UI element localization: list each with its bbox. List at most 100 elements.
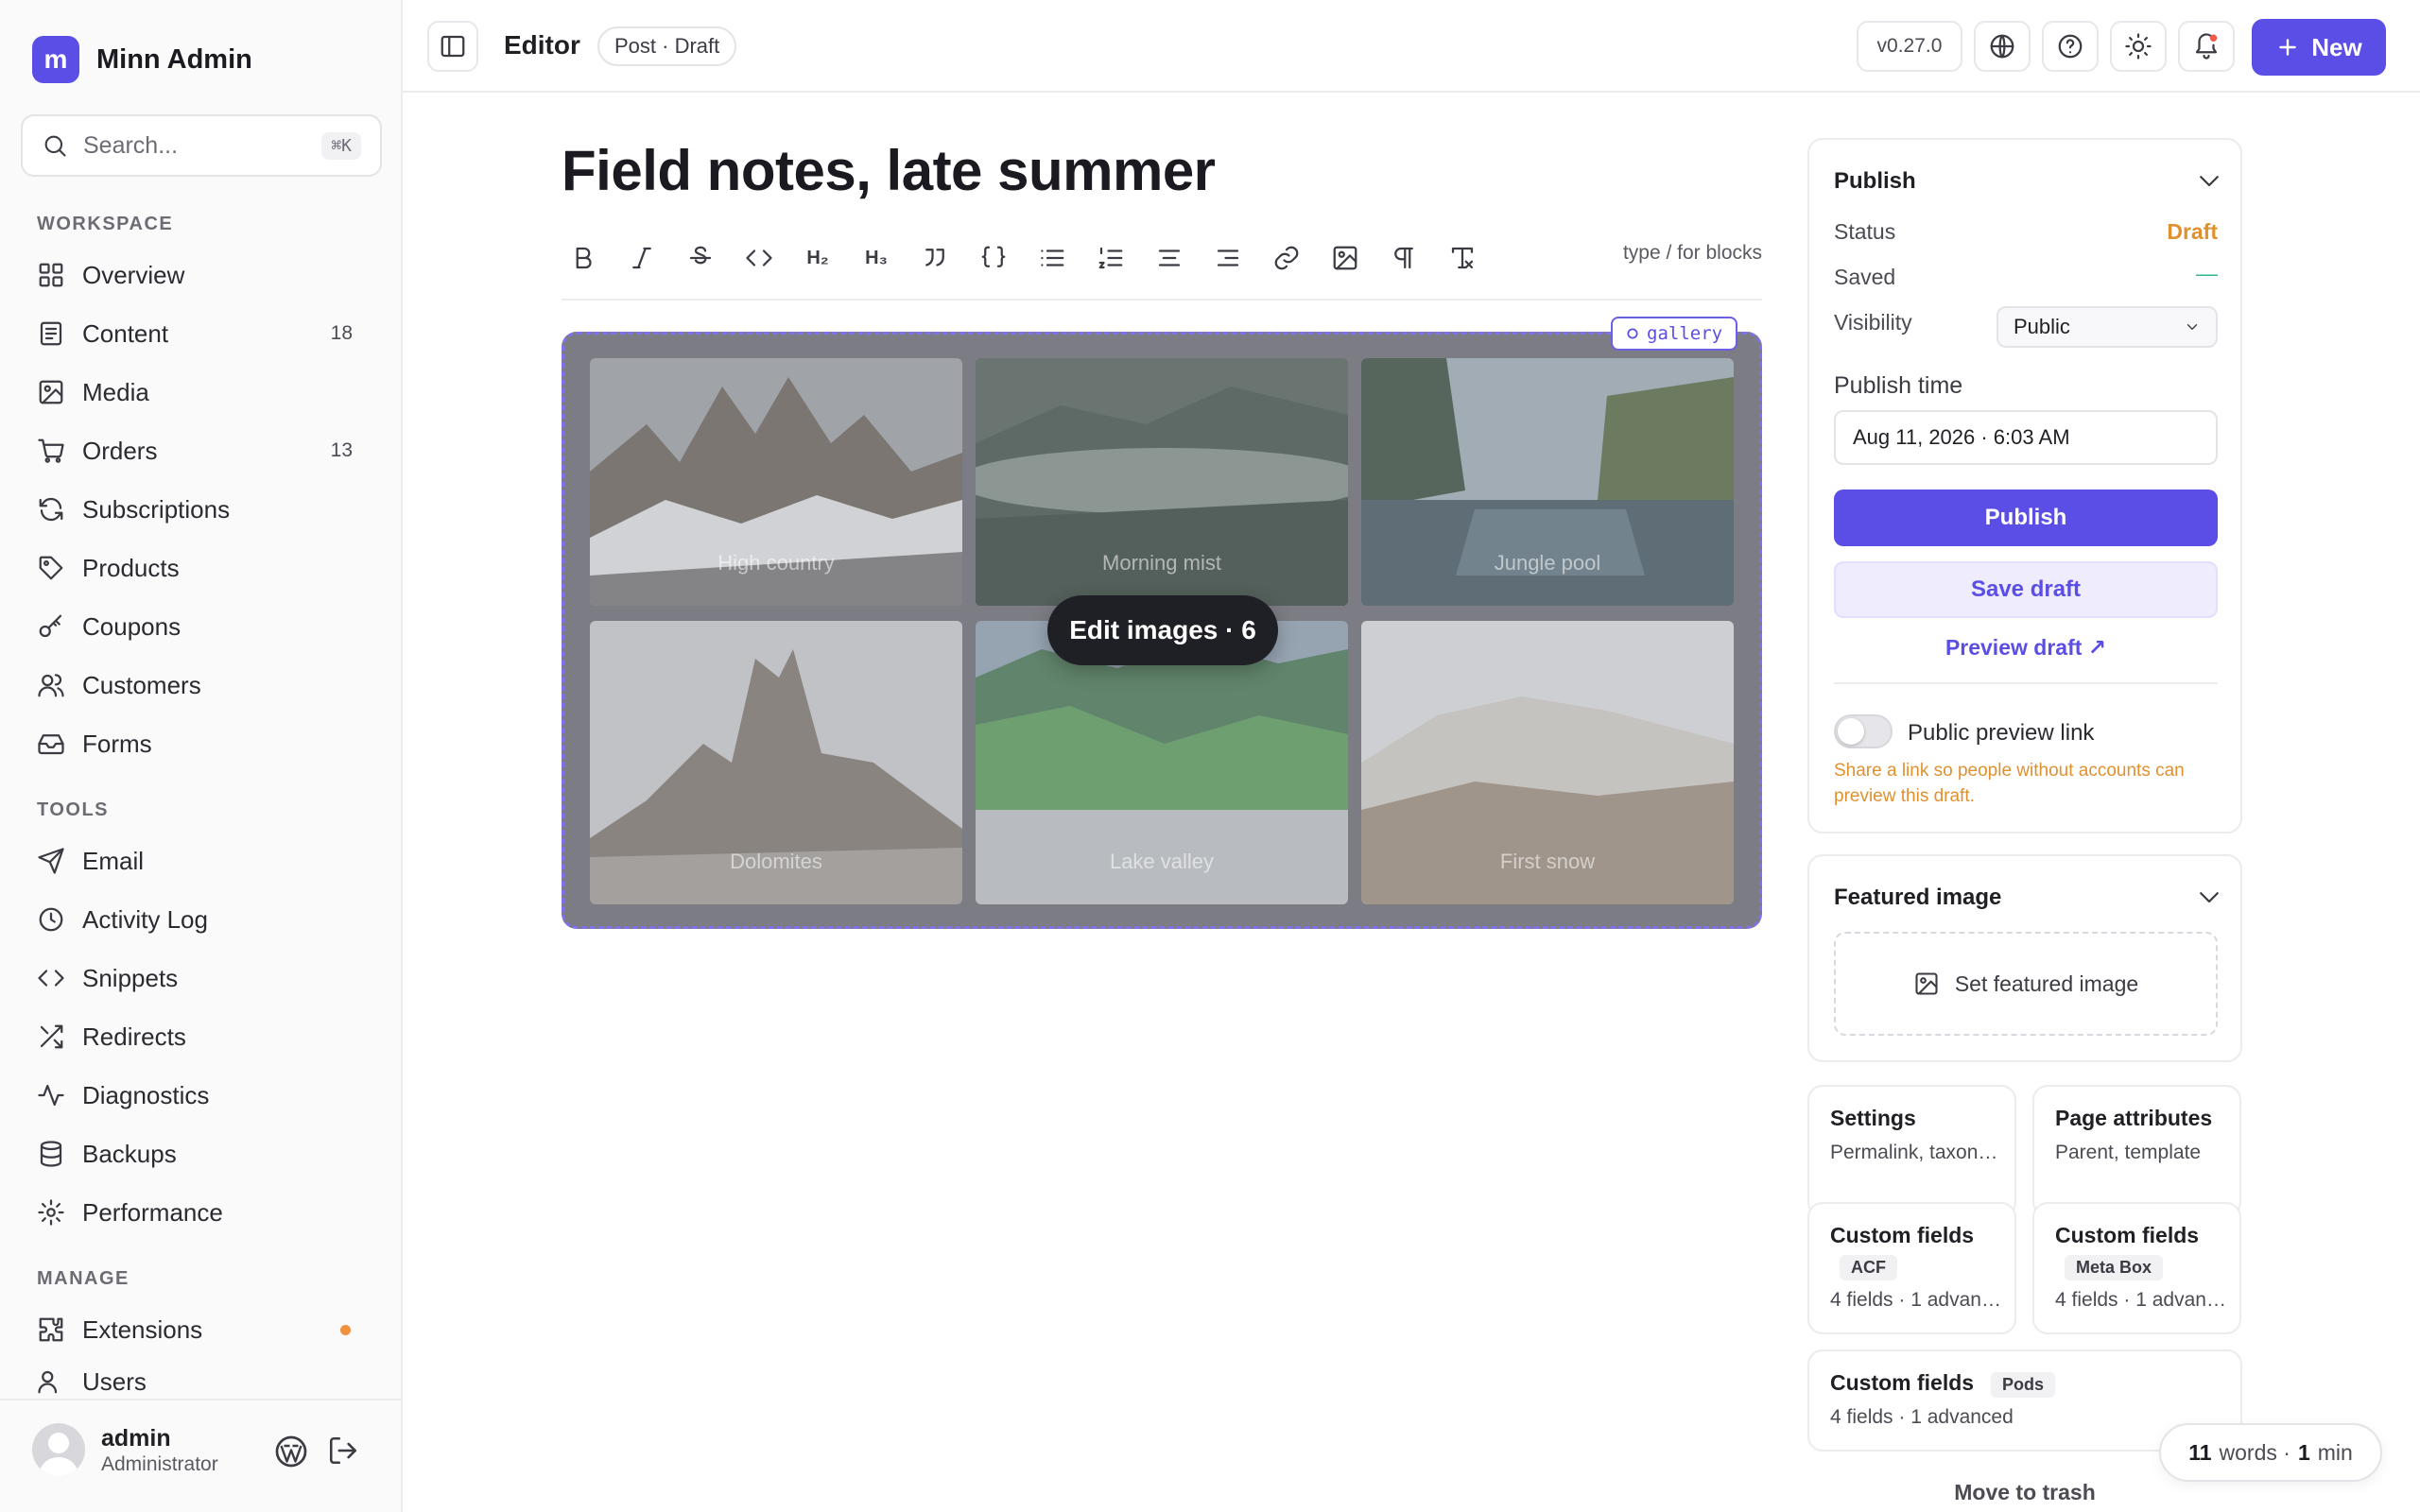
code-block-button[interactable] — [972, 236, 1015, 280]
search-icon — [44, 135, 66, 157]
nav-section-manage: MANAGE — [37, 1268, 130, 1289]
sidebar-item-redirects[interactable]: Redirects — [37, 1013, 358, 1060]
sidebar: m Minn Admin Search... ⌘K WORKSPACE Over… — [0, 0, 403, 1512]
nav-section-tools: TOOLS — [37, 799, 110, 820]
featured-image-title: Featured image — [1834, 885, 2002, 910]
numbered-list-icon — [1098, 247, 1123, 269]
status-badge: Draft — [2167, 219, 2218, 244]
sidebar-item-email[interactable]: Email — [37, 837, 358, 885]
page-attributes-card[interactable]: Page attributes Parent, template — [2032, 1085, 2241, 1217]
card-subtitle: 4 fields · 1 advanced — [1830, 1406, 2014, 1428]
sidebar-item-content[interactable]: Content 18 — [37, 310, 358, 357]
card-subtitle: 4 fields · 1 advanced — [1830, 1289, 2006, 1311]
quote-button[interactable] — [913, 236, 957, 280]
paragraph-icon — [1394, 247, 1413, 269]
sidebar-item-label: Overview — [82, 260, 185, 289]
sidebar-item-backups[interactable]: Backups — [37, 1130, 358, 1177]
sidebar-item-label: Backups — [82, 1139, 177, 1168]
sidebar-item-products[interactable]: Products — [37, 544, 358, 592]
italic-button[interactable] — [620, 236, 664, 280]
visibility-value: Public — [2014, 315, 2070, 338]
custom-fields-metabox-card[interactable]: Custom fields Meta Box 4 fields · 1 adva… — [2032, 1202, 2241, 1334]
avatar[interactable] — [32, 1423, 85, 1476]
logout-icon[interactable] — [327, 1435, 359, 1467]
custom-fields-acf-card[interactable]: Custom fields ACF 4 fields · 1 advanced — [1807, 1202, 2016, 1334]
language-button[interactable] — [1974, 21, 2031, 72]
align-right-button[interactable] — [1206, 236, 1250, 280]
sidebar-item-media[interactable]: Media — [37, 369, 358, 416]
page-title: Editor — [504, 30, 580, 60]
heading-2-button[interactable]: H₂ — [796, 236, 839, 280]
move-to-trash-button[interactable]: Move to trash — [1807, 1480, 2242, 1505]
help-button[interactable] — [2042, 21, 2099, 72]
search-input[interactable]: Search... ⌘K — [21, 114, 382, 177]
code-icon — [38, 970, 64, 987]
theme-toggle-button[interactable] — [2110, 21, 2167, 72]
sidebar-item-performance[interactable]: Performance — [37, 1189, 358, 1236]
doc-status-chip: Post · Draft — [597, 26, 737, 66]
notifications-button[interactable] — [2178, 21, 2235, 72]
heading-3-button[interactable]: H₃ — [855, 236, 898, 280]
set-featured-image-button[interactable]: Set featured image — [1834, 932, 2218, 1036]
database-icon — [40, 1141, 62, 1167]
new-button[interactable]: New — [2252, 19, 2386, 76]
inline-code-button[interactable] — [737, 236, 781, 280]
brand-logo: m — [32, 36, 79, 83]
gallery-caption: High country — [717, 551, 835, 575]
sidebar-item-customers[interactable]: Customers — [37, 662, 358, 709]
sidebar-item-extensions[interactable]: Extensions — [37, 1306, 358, 1353]
sun-icon — [2125, 33, 2152, 60]
visibility-select[interactable]: Public — [1996, 306, 2218, 348]
paragraph-button[interactable] — [1382, 236, 1426, 280]
align-center-button[interactable] — [1148, 236, 1191, 280]
card-badge: Meta Box — [2065, 1255, 2164, 1280]
clear-format-button[interactable] — [1441, 236, 1484, 280]
public-preview-toggle[interactable] — [1834, 714, 1893, 748]
sidebar-toggle-button[interactable] — [427, 21, 478, 72]
card-title: Custom fields — [1830, 1370, 1975, 1395]
strikethrough-button[interactable] — [679, 236, 722, 280]
user-footer: admin Administrator — [0, 1399, 401, 1512]
sidebar-item-users[interactable]: Users — [37, 1365, 358, 1399]
numbered-list-button[interactable] — [1089, 236, 1132, 280]
sidebar-item-subscriptions[interactable]: Subscriptions — [37, 486, 358, 533]
gallery-caption: Jungle pool — [1494, 551, 1601, 575]
sidebar-item-orders[interactable]: Orders 13 — [37, 427, 358, 474]
save-draft-button[interactable]: Save draft — [1834, 561, 2218, 618]
chevron-down-icon[interactable] — [2195, 883, 2223, 911]
sidebar-item-overview[interactable]: Overview — [37, 251, 358, 299]
preview-draft-link[interactable]: Preview draft ↗ — [1834, 635, 2218, 661]
chevron-down-icon[interactable] — [2195, 166, 2223, 195]
gear-icon — [38, 1199, 64, 1226]
image-icon — [39, 380, 63, 404]
publish-button[interactable]: Publish — [1834, 490, 2218, 546]
sidebar-item-snippets[interactable]: Snippets — [37, 954, 358, 1002]
post-title-input[interactable]: Field notes, late summer — [562, 138, 1216, 203]
clear-format-icon — [1451, 247, 1474, 269]
sidebar-item-coupons[interactable]: Coupons — [37, 603, 358, 650]
insert-image-button[interactable] — [1323, 236, 1367, 280]
bold-button[interactable] — [562, 236, 605, 280]
gallery-image[interactable]: First snow — [1361, 621, 1734, 904]
wordpress-icon[interactable] — [274, 1435, 308, 1469]
gallery-image[interactable]: Dolomites — [590, 621, 962, 904]
divider — [1834, 682, 2218, 684]
gallery-caption: Dolomites — [730, 850, 822, 873]
gallery-image[interactable]: Jungle pool — [1361, 358, 1734, 606]
sidebar-item-label: Orders — [82, 436, 158, 465]
sidebar-item-label: Subscriptions — [82, 494, 231, 524]
gallery-image[interactable]: Morning mist — [976, 358, 1348, 606]
gallery-caption: Morning mist — [1102, 551, 1221, 575]
sidebar-item-diagnostics[interactable]: Diagnostics — [37, 1072, 358, 1119]
settings-card[interactable]: Settings Permalink, taxonomies — [1807, 1085, 2016, 1217]
sidebar-item-forms[interactable]: Forms — [37, 720, 358, 767]
gallery-image[interactable]: High country — [590, 358, 962, 606]
gallery-caption: First snow — [1499, 850, 1596, 873]
edit-images-button[interactable]: Edit images · 6 — [1047, 595, 1278, 665]
publish-time-input[interactable]: Aug 11, 2026 · 6:03 AM — [1834, 410, 2218, 465]
bullet-list-button[interactable] — [1030, 236, 1074, 280]
link-button[interactable] — [1265, 236, 1308, 280]
gallery-block-tag[interactable]: gallery — [1611, 317, 1738, 351]
sidebar-item-activity-log[interactable]: Activity Log — [37, 896, 358, 943]
brand[interactable]: m Minn Admin — [32, 36, 252, 83]
